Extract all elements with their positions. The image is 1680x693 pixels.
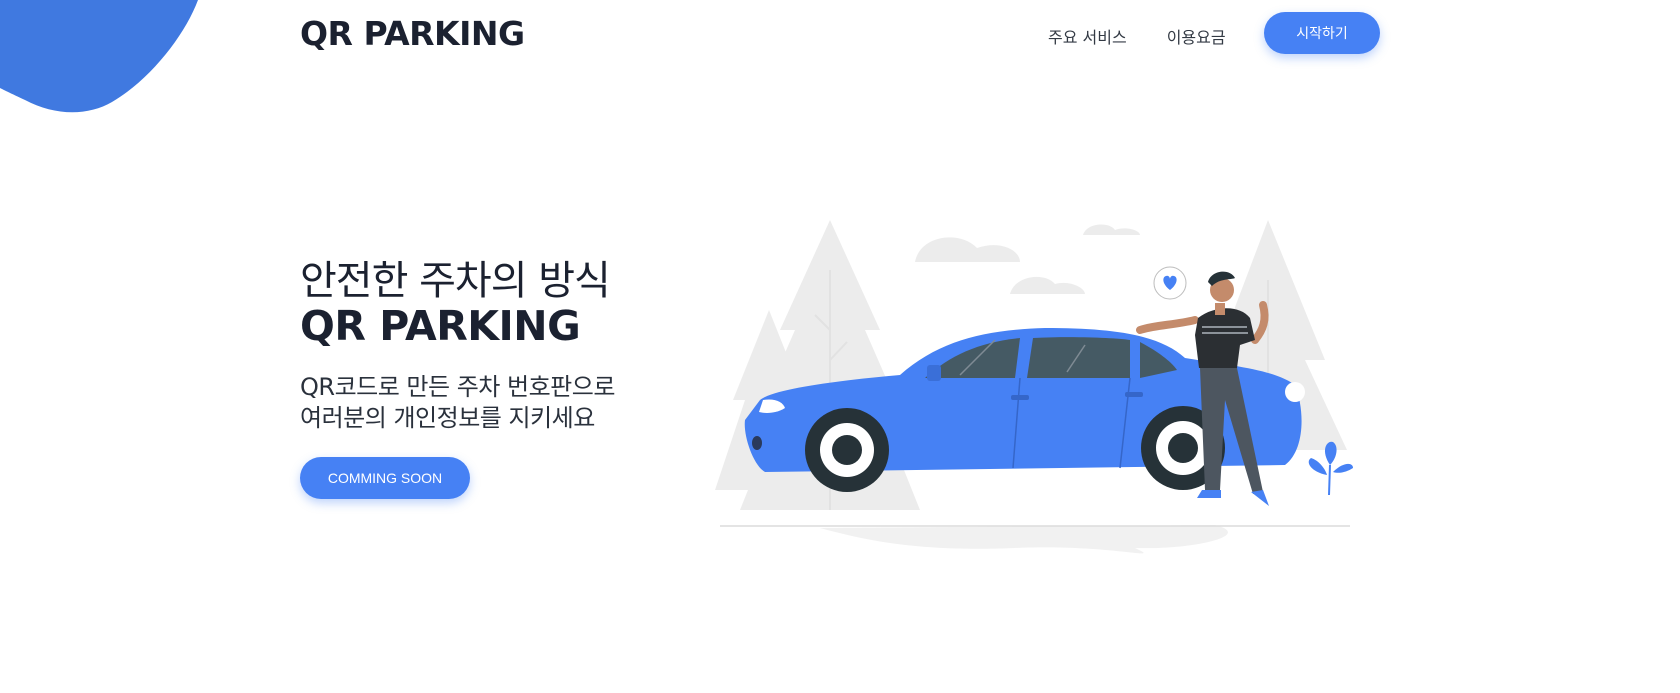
- nav-link-pricing[interactable]: 이용요금: [1167, 24, 1226, 48]
- clouds: [915, 224, 1140, 294]
- hero-subtitle-line: QR코드로 만든 주차 번호판으로: [300, 373, 615, 401]
- site-logo[interactable]: QR PARKING: [300, 14, 525, 53]
- main-nav: 주요 서비스 이용요금: [1048, 24, 1226, 48]
- nav-link-services[interactable]: 주요 서비스: [1048, 24, 1127, 48]
- car-owner-illustration: [715, 220, 1353, 554]
- hero-subtitle: QR코드로 만든 주차 번호판으로 여러분의 개인정보를 지키세요: [300, 372, 615, 434]
- hero-headline: 안전한 주차의 방식: [300, 258, 611, 304]
- hero-subtitle-line: 여러분의 개인정보를 지키세요: [300, 404, 595, 432]
- heart-speech-bubble-icon: [1153, 266, 1187, 300]
- start-button[interactable]: 시작하기: [1264, 12, 1380, 54]
- hero-brand-title: QR PARKING: [300, 302, 581, 350]
- decorative-blob: [0, 0, 198, 113]
- coming-soon-button[interactable]: COMMING SOON: [300, 457, 470, 499]
